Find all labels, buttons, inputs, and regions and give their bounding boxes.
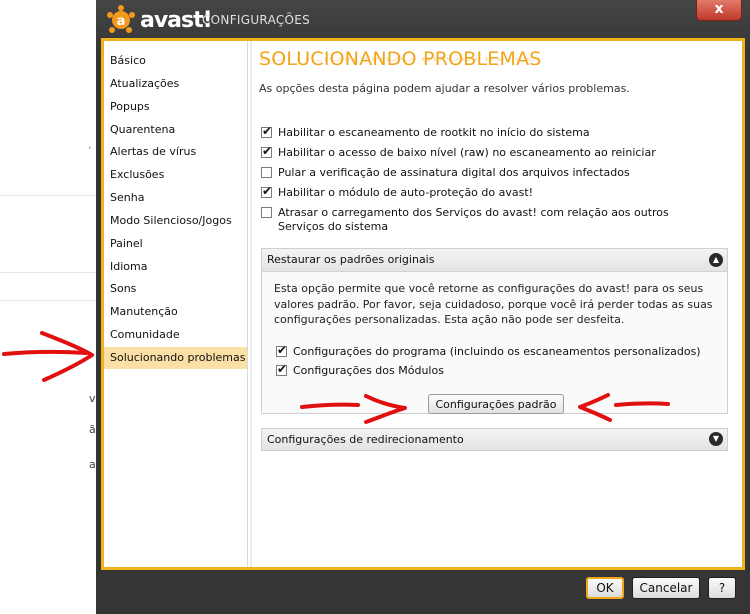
rootkit-scan-checkbox[interactable] bbox=[261, 124, 272, 138]
footer-bar: OK Cancelar ? bbox=[96, 570, 750, 614]
option-label: Habilitar o acesso de baixo nível (raw) … bbox=[278, 146, 656, 159]
page-subtitle: As opções desta página podem ajudar a re… bbox=[259, 82, 630, 95]
option-label: Pular a verificação de assinatura digita… bbox=[278, 166, 630, 179]
sidebar-item-manutencao[interactable]: Manutenção bbox=[104, 301, 247, 323]
svg-text:a: a bbox=[117, 14, 126, 29]
option-rootkit-scan[interactable]: Habilitar o escaneamento de rootkit no i… bbox=[261, 124, 590, 139]
cancel-button[interactable]: Cancelar bbox=[632, 577, 700, 599]
ok-button[interactable]: OK bbox=[586, 577, 624, 599]
background-divider bbox=[0, 272, 96, 273]
sidebar-item-basico[interactable]: Básico bbox=[104, 50, 247, 72]
option-raw-access[interactable]: Habilitar o acesso de baixo nível (raw) … bbox=[261, 144, 656, 159]
background-fragment: a bbox=[89, 458, 96, 471]
skip-signature-checkbox[interactable] bbox=[261, 167, 272, 178]
restore-description: Esta opção permite que você retorne as c… bbox=[274, 282, 713, 326]
restore-defaults-panel: Restaurar os padrões originais ▲ Esta op… bbox=[261, 248, 728, 414]
sidebar-item-senha[interactable]: Senha bbox=[104, 187, 247, 209]
sidebar-item-sons[interactable]: Sons bbox=[104, 278, 247, 300]
background-divider bbox=[0, 195, 96, 196]
collapse-up-icon[interactable]: ▲ bbox=[709, 253, 723, 267]
option-label: Habilitar o módulo de auto-proteção do a… bbox=[278, 186, 534, 199]
background-fragment: , bbox=[88, 138, 92, 151]
restore-defaults-header[interactable]: Restaurar os padrões originais ▲ bbox=[262, 249, 727, 272]
sidebar-item-comunidade[interactable]: Comunidade bbox=[104, 324, 247, 346]
sidebar-item-popups[interactable]: Popups bbox=[104, 96, 247, 118]
sidebar: Básico Atualizações Popups Quarentena Al… bbox=[104, 41, 248, 567]
self-protection-checkbox[interactable] bbox=[261, 184, 272, 198]
sidebar-item-painel[interactable]: Painel bbox=[104, 233, 247, 255]
option-skip-signature[interactable]: Pular a verificação de assinatura digita… bbox=[261, 166, 630, 179]
restore-defaults-body: Esta opção permite que você retorne as c… bbox=[262, 272, 727, 414]
background-fragment: v bbox=[89, 392, 96, 405]
option-label: Configurações dos Módulos bbox=[293, 364, 444, 377]
sidebar-item-exclusoes[interactable]: Exclusões bbox=[104, 164, 247, 186]
sidebar-item-alertas[interactable]: Alertas de vírus bbox=[104, 141, 247, 163]
sidebar-item-modo-silencioso[interactable]: Modo Silencioso/Jogos bbox=[104, 210, 247, 232]
option-module-settings[interactable]: Configurações dos Módulos bbox=[276, 362, 444, 377]
window-title: CONFIGURAÇÕES bbox=[202, 13, 311, 27]
redirect-settings-header[interactable]: Configurações de redirecionamento ▼ bbox=[262, 429, 727, 450]
background-divider bbox=[0, 300, 96, 301]
expand-down-icon[interactable]: ▼ bbox=[709, 432, 723, 446]
module-settings-checkbox[interactable] bbox=[276, 362, 287, 376]
avast-logo: a avast! bbox=[106, 5, 213, 35]
default-settings-button[interactable]: Configurações padrão bbox=[428, 394, 564, 414]
delay-services-checkbox[interactable] bbox=[261, 207, 272, 218]
redirect-settings-title: Configurações de redirecionamento bbox=[267, 433, 464, 446]
page-title-reflection: SOLUCIONANDO PROBLEMAS bbox=[259, 58, 537, 63]
title-bar[interactable]: a avast! CONFIGURAÇÕES x bbox=[96, 0, 750, 38]
raw-access-checkbox[interactable] bbox=[261, 144, 272, 158]
main-content: SOLUCIONANDO PROBLEMAS SOLUCIONANDO PROB… bbox=[256, 41, 742, 567]
sidebar-divider bbox=[250, 41, 252, 567]
option-delay-services[interactable]: Atrasar o carregamento dos Serviços do a… bbox=[261, 206, 701, 234]
settings-window: a avast! CONFIGURAÇÕES x Básico Atualiza… bbox=[96, 0, 750, 614]
help-button[interactable]: ? bbox=[708, 577, 736, 599]
close-button[interactable]: x bbox=[696, 0, 742, 21]
option-label: Atrasar o carregamento dos Serviços do a… bbox=[278, 206, 669, 233]
background-fragment: ã bbox=[89, 423, 96, 436]
settings-frame: Básico Atualizações Popups Quarentena Al… bbox=[101, 38, 745, 570]
option-program-settings[interactable]: Configurações do programa (incluindo os … bbox=[276, 343, 701, 358]
option-label: Configurações do programa (incluindo os … bbox=[293, 345, 701, 358]
sidebar-item-idioma[interactable]: Idioma bbox=[104, 256, 247, 278]
sidebar-item-atualizacoes[interactable]: Atualizações bbox=[104, 73, 247, 95]
avast-wordmark: avast! bbox=[140, 7, 213, 33]
option-self-protection[interactable]: Habilitar o módulo de auto-proteção do a… bbox=[261, 184, 534, 199]
restore-defaults-title: Restaurar os padrões originais bbox=[267, 253, 435, 266]
avast-ball-icon: a bbox=[107, 5, 135, 33]
sidebar-item-solucionando-problemas[interactable]: Solucionando problemas bbox=[104, 347, 247, 369]
redirect-settings-panel: Configurações de redirecionamento ▼ bbox=[261, 428, 728, 451]
sidebar-item-quarentena[interactable]: Quarentena bbox=[104, 119, 247, 141]
sidebar-arrow-head bbox=[40, 331, 94, 382]
program-settings-checkbox[interactable] bbox=[276, 343, 287, 357]
sidebar-arrow-shaft bbox=[2, 349, 88, 356]
option-label: Habilitar o escaneamento de rootkit no i… bbox=[278, 126, 590, 139]
